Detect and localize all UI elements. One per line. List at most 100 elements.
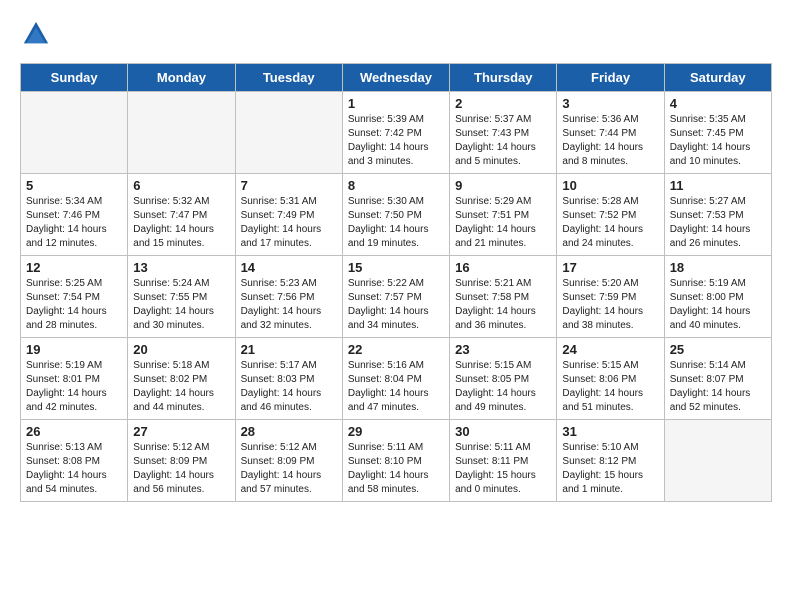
day-info: Sunrise: 5:32 AMSunset: 7:47 PMDaylight:…: [133, 195, 229, 251]
day-number: 28: [241, 424, 337, 439]
calendar-cell: 31 Sunrise: 5:10 AMSunset: 8:12 PMDayligh…: [557, 420, 664, 502]
day-info: Sunrise: 5:30 AMSunset: 7:50 PMDaylight:…: [348, 195, 444, 251]
day-number: 26: [26, 424, 122, 439]
day-info: Sunrise: 5:22 AMSunset: 7:57 PMDaylight:…: [348, 277, 444, 333]
day-number: 22: [348, 342, 444, 357]
day-number: 18: [670, 260, 766, 275]
day-number: 9: [455, 178, 551, 193]
calendar-cell: 24 Sunrise: 5:15 AMSunset: 8:06 PMDayligh…: [557, 338, 664, 420]
day-info: Sunrise: 5:24 AMSunset: 7:55 PMDaylight:…: [133, 277, 229, 333]
calendar-cell: [235, 92, 342, 174]
day-info: Sunrise: 5:34 AMSunset: 7:46 PMDaylight:…: [26, 195, 122, 251]
day-info: Sunrise: 5:12 AMSunset: 8:09 PMDaylight:…: [133, 441, 229, 497]
day-header-monday: Monday: [128, 64, 235, 92]
calendar-cell: 7 Sunrise: 5:31 AMSunset: 7:49 PMDaylight…: [235, 174, 342, 256]
day-info: Sunrise: 5:23 AMSunset: 7:56 PMDaylight:…: [241, 277, 337, 333]
day-info: Sunrise: 5:17 AMSunset: 8:03 PMDaylight:…: [241, 359, 337, 415]
day-number: 17: [562, 260, 658, 275]
day-info: Sunrise: 5:20 AMSunset: 7:59 PMDaylight:…: [562, 277, 658, 333]
calendar-cell: 23 Sunrise: 5:15 AMSunset: 8:05 PMDayligh…: [450, 338, 557, 420]
day-number: 29: [348, 424, 444, 439]
calendar-cell: 28 Sunrise: 5:12 AMSunset: 8:09 PMDayligh…: [235, 420, 342, 502]
day-info: Sunrise: 5:28 AMSunset: 7:52 PMDaylight:…: [562, 195, 658, 251]
calendar-cell: 6 Sunrise: 5:32 AMSunset: 7:47 PMDaylight…: [128, 174, 235, 256]
day-info: Sunrise: 5:10 AMSunset: 8:12 PMDaylight:…: [562, 441, 658, 497]
calendar-cell: 12 Sunrise: 5:25 AMSunset: 7:54 PMDayligh…: [21, 256, 128, 338]
logo-icon: [22, 20, 50, 48]
calendar-cell: 13 Sunrise: 5:24 AMSunset: 7:55 PMDayligh…: [128, 256, 235, 338]
day-number: 31: [562, 424, 658, 439]
calendar-cell: 19 Sunrise: 5:19 AMSunset: 8:01 PMDayligh…: [21, 338, 128, 420]
day-header-sunday: Sunday: [21, 64, 128, 92]
day-info: Sunrise: 5:27 AMSunset: 7:53 PMDaylight:…: [670, 195, 766, 251]
logo: [20, 20, 54, 53]
day-info: Sunrise: 5:12 AMSunset: 8:09 PMDaylight:…: [241, 441, 337, 497]
day-info: Sunrise: 5:11 AMSunset: 8:10 PMDaylight:…: [348, 441, 444, 497]
day-number: 23: [455, 342, 551, 357]
day-number: 5: [26, 178, 122, 193]
calendar-table: SundayMondayTuesdayWednesdayThursdayFrid…: [20, 63, 772, 502]
day-info: Sunrise: 5:19 AMSunset: 8:00 PMDaylight:…: [670, 277, 766, 333]
day-number: 13: [133, 260, 229, 275]
day-number: 24: [562, 342, 658, 357]
day-number: 16: [455, 260, 551, 275]
calendar-cell: 30 Sunrise: 5:11 AMSunset: 8:11 PMDayligh…: [450, 420, 557, 502]
day-number: 6: [133, 178, 229, 193]
calendar-cell: 4 Sunrise: 5:35 AMSunset: 7:45 PMDaylight…: [664, 92, 771, 174]
day-number: 15: [348, 260, 444, 275]
day-number: 8: [348, 178, 444, 193]
calendar-cell: 9 Sunrise: 5:29 AMSunset: 7:51 PMDaylight…: [450, 174, 557, 256]
calendar-cell: 21Sunrise: 5:17 AMSunset: 8:03 PMDayligh…: [235, 338, 342, 420]
calendar-cell: 5 Sunrise: 5:34 AMSunset: 7:46 PMDaylight…: [21, 174, 128, 256]
day-info: Sunrise: 5:31 AMSunset: 7:49 PMDaylight:…: [241, 195, 337, 251]
header-row: SundayMondayTuesdayWednesdayThursdayFrid…: [21, 64, 772, 92]
day-info: Sunrise: 5:19 AMSunset: 8:01 PMDaylight:…: [26, 359, 122, 415]
calendar-cell: [128, 92, 235, 174]
calendar-cell: 16Sunrise: 5:21 AMSunset: 7:58 PMDayligh…: [450, 256, 557, 338]
calendar-cell: 26 Sunrise: 5:13 AMSunset: 8:08 PMDayligh…: [21, 420, 128, 502]
calendar-cell: 29 Sunrise: 5:11 AMSunset: 8:10 PMDayligh…: [342, 420, 449, 502]
day-number: 14: [241, 260, 337, 275]
calendar-cell: 25Sunrise: 5:14 AMSunset: 8:07 PMDayligh…: [664, 338, 771, 420]
day-number: 4: [670, 96, 766, 111]
calendar-cell: 10 Sunrise: 5:28 AMSunset: 7:52 PMDayligh…: [557, 174, 664, 256]
page-header: [20, 20, 772, 53]
week-row-2: 5 Sunrise: 5:34 AMSunset: 7:46 PMDaylight…: [21, 174, 772, 256]
calendar-cell: 3Sunrise: 5:36 AMSunset: 7:44 PMDaylight…: [557, 92, 664, 174]
calendar-cell: 8 Sunrise: 5:30 AMSunset: 7:50 PMDaylight…: [342, 174, 449, 256]
day-header-tuesday: Tuesday: [235, 64, 342, 92]
day-number: 19: [26, 342, 122, 357]
calendar-cell: 2Sunrise: 5:37 AMSunset: 7:43 PMDaylight…: [450, 92, 557, 174]
day-number: 20: [133, 342, 229, 357]
day-header-saturday: Saturday: [664, 64, 771, 92]
day-info: Sunrise: 5:13 AMSunset: 8:08 PMDaylight:…: [26, 441, 122, 497]
day-number: 2: [455, 96, 551, 111]
day-number: 12: [26, 260, 122, 275]
calendar-cell: 18 Sunrise: 5:19 AMSunset: 8:00 PMDayligh…: [664, 256, 771, 338]
day-info: Sunrise: 5:36 AMSunset: 7:44 PMDaylight:…: [562, 113, 658, 169]
day-number: 11: [670, 178, 766, 193]
calendar-cell: 11 Sunrise: 5:27 AMSunset: 7:53 PMDayligh…: [664, 174, 771, 256]
day-info: Sunrise: 5:25 AMSunset: 7:54 PMDaylight:…: [26, 277, 122, 333]
week-row-4: 19 Sunrise: 5:19 AMSunset: 8:01 PMDayligh…: [21, 338, 772, 420]
day-number: 30: [455, 424, 551, 439]
day-number: 1: [348, 96, 444, 111]
day-number: 7: [241, 178, 337, 193]
day-info: Sunrise: 5:16 AMSunset: 8:04 PMDaylight:…: [348, 359, 444, 415]
day-number: 10: [562, 178, 658, 193]
calendar-cell: 1Sunrise: 5:39 AMSunset: 7:42 PMDaylight…: [342, 92, 449, 174]
week-row-1: 1Sunrise: 5:39 AMSunset: 7:42 PMDaylight…: [21, 92, 772, 174]
day-info: Sunrise: 5:35 AMSunset: 7:45 PMDaylight:…: [670, 113, 766, 169]
calendar-cell: [21, 92, 128, 174]
day-info: Sunrise: 5:11 AMSunset: 8:11 PMDaylight:…: [455, 441, 551, 497]
day-header-thursday: Thursday: [450, 64, 557, 92]
calendar-cell: 22 Sunrise: 5:16 AMSunset: 8:04 PMDayligh…: [342, 338, 449, 420]
calendar-cell: 27Sunrise: 5:12 AMSunset: 8:09 PMDayligh…: [128, 420, 235, 502]
day-info: Sunrise: 5:18 AMSunset: 8:02 PMDaylight:…: [133, 359, 229, 415]
day-info: Sunrise: 5:29 AMSunset: 7:51 PMDaylight:…: [455, 195, 551, 251]
day-info: Sunrise: 5:15 AMSunset: 8:05 PMDaylight:…: [455, 359, 551, 415]
week-row-3: 12 Sunrise: 5:25 AMSunset: 7:54 PMDayligh…: [21, 256, 772, 338]
calendar-cell: 20 Sunrise: 5:18 AMSunset: 8:02 PMDayligh…: [128, 338, 235, 420]
day-info: Sunrise: 5:15 AMSunset: 8:06 PMDaylight:…: [562, 359, 658, 415]
calendar-cell: 15 Sunrise: 5:22 AMSunset: 7:57 PMDayligh…: [342, 256, 449, 338]
